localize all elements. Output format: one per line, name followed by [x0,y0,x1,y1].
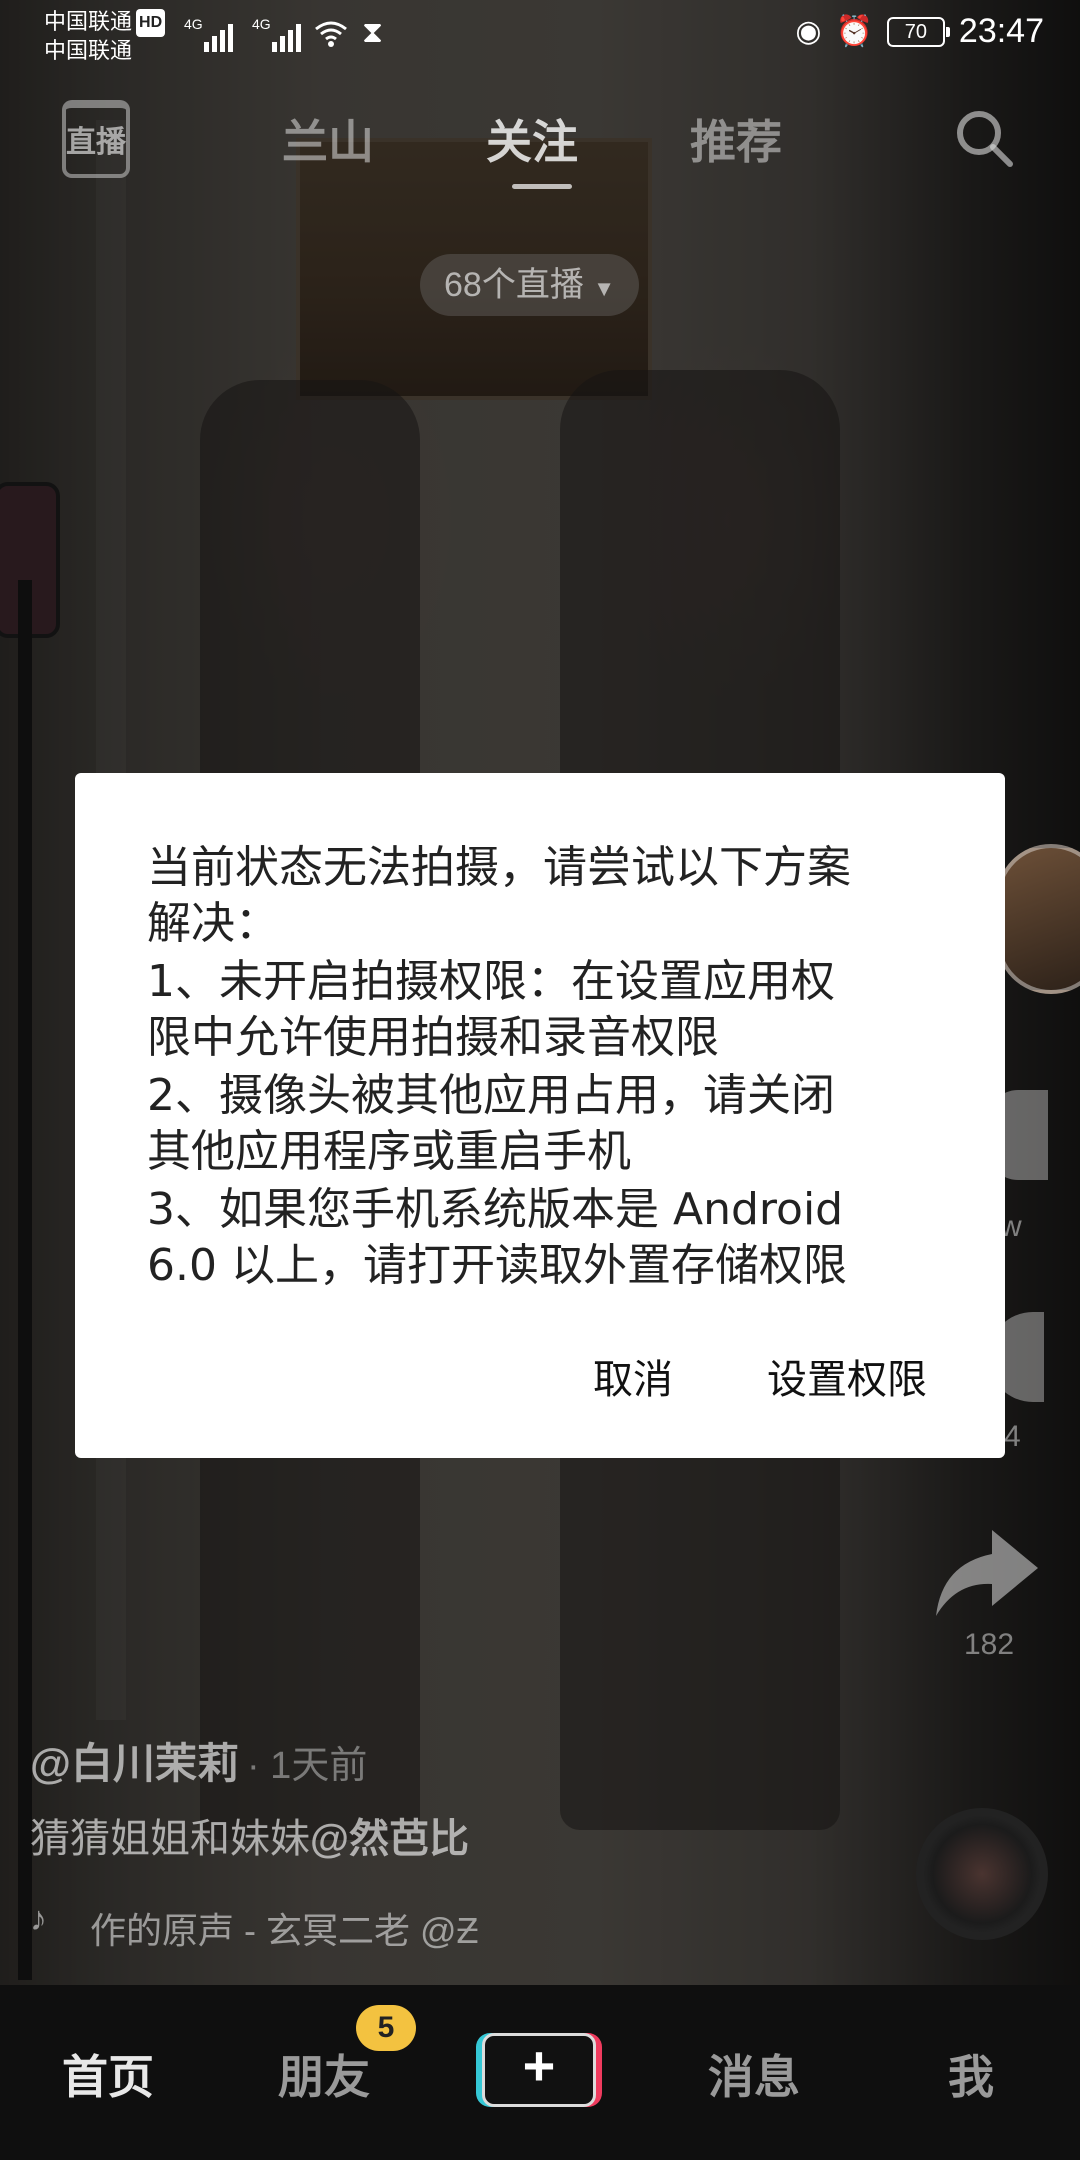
search-icon[interactable] [952,106,1016,170]
network-type-2: 4G [252,16,271,32]
network-type-1: 4G [184,16,203,32]
tab-following[interactable]: 关注 [486,106,578,172]
author-line[interactable]: @白川茉莉 · 1天前 [30,1730,367,1791]
author-name[interactable]: @白川茉莉 [30,1740,239,1787]
tab-recommended[interactable]: 推荐 [690,106,782,172]
mention-link[interactable]: @然芭比 [310,1817,469,1861]
author-avatar[interactable] [996,844,1080,994]
dialog-text-line: 解决： [147,898,279,949]
camera-permission-dialog: 当前状态无法拍摄，请尝试以下方案 解决： 1、未开启拍摄权限：在设置应用权 限中… [75,773,1005,1458]
active-tab-indicator [512,184,572,189]
hourglass-icon: ⧗ [362,16,384,49]
live-count-label: 68个直播 [444,266,584,304]
share-icon[interactable] [930,1524,1042,1620]
share-count: 182 [963,1628,1015,1661]
nav-messages[interactable]: 消息 [708,2041,800,2107]
set-permissions-button[interactable]: 设置权限 [767,1347,927,1405]
description-text: 猜猜姐姐和妹妹 [30,1817,310,1861]
music-disc-icon[interactable] [916,1808,1048,1940]
plus-icon: + [482,2033,596,2107]
friends-badge: 5 [356,2005,416,2051]
signal-bars-2-icon [272,18,306,52]
comment-count: 4 [1004,1420,1021,1453]
nav-home[interactable]: 首页 [62,2041,154,2107]
live-tv-button[interactable]: 直播 [62,100,130,178]
clock: 23:47 [958,12,1044,50]
post-time: · 1天前 [246,1745,368,1787]
eye-icon: ◉ [795,15,822,48]
carrier-info: 中国联通 HD 中国联通 [44,8,166,65]
dialog-text-line: 其他应用程序或重启手机 [147,1126,631,1177]
hd-badge: HD [136,9,166,37]
wifi-icon [314,20,348,55]
alarm-icon: ⏰ [835,15,873,48]
create-button[interactable]: + [482,2033,596,2107]
bottom-navigation: 首页 朋友 5 + 消息 我 [0,1985,1080,2160]
battery-indicator: 70 [886,16,950,47]
chevron-down-icon: ▼ [593,276,616,301]
top-tab-bar: 直播 兰山 关注 推荐 [0,100,1080,190]
music-marquee[interactable]: 作的原声 - 玄冥二老 @Ƶ [90,1902,610,1954]
video-description: 猜猜姐姐和妹妹@然芭比 [30,1806,469,1864]
signal-bars-1-icon [204,18,238,52]
dialog-text-line: 3、如果您手机系统版本是 Android [147,1184,844,1235]
live-count-pill[interactable]: 68个直播 ▼ [420,254,640,316]
status-bar: 中国联通 HD 中国联通 4G 4G ⧗ ◉ ⏰ 70 23:47 [0,0,1080,70]
nav-friends[interactable]: 朋友 [278,2041,370,2107]
nav-me[interactable]: 我 [948,2041,994,2107]
dialog-text-line: 2、摄像头被其他应用占用，请关闭 [147,1070,835,1121]
tab-lanshan[interactable]: 兰山 [282,106,374,172]
dialog-text-line: 6.0 以上，请打开读取外置存储权限 [147,1240,847,1291]
dialog-text-line: 1、未开启拍摄权限：在设置应用权 [147,956,835,1007]
carrier-1: 中国联通 [44,9,133,34]
carrier-2: 中国联通 [44,38,133,63]
dialog-text-line: 限中允许使用拍摄和录音权限 [147,1012,719,1063]
music-note-icon: ♪ [30,1900,47,1938]
cancel-button[interactable]: 取消 [593,1347,673,1405]
dialog-text-line: 当前状态无法拍摄，请尝试以下方案 [147,842,851,893]
